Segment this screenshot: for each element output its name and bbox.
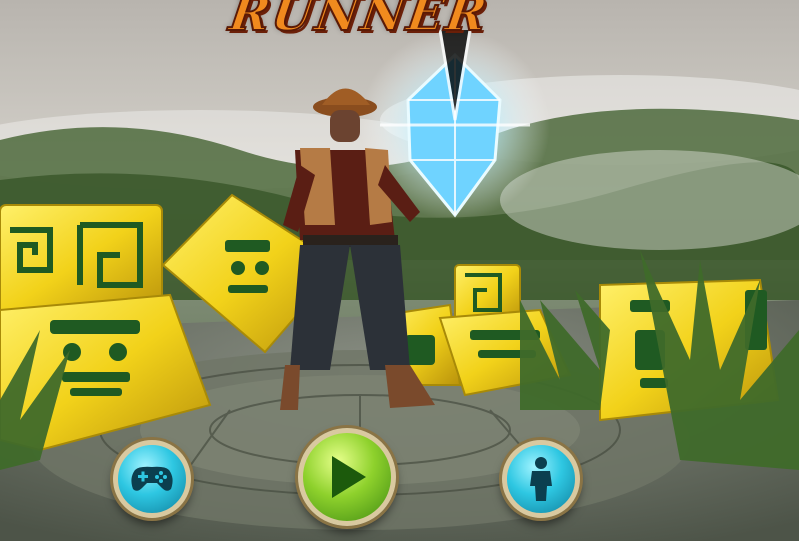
- play-button[interactable]: [298, 428, 396, 526]
- controller-button[interactable]: [113, 440, 191, 518]
- gamepad-icon: [131, 466, 173, 491]
- game-menu-screen: RUNNER: [0, 0, 799, 541]
- game-title: RUNNER: [225, 0, 493, 43]
- person-icon: [530, 457, 552, 501]
- play-icon: [332, 456, 366, 498]
- character-button[interactable]: [502, 440, 580, 518]
